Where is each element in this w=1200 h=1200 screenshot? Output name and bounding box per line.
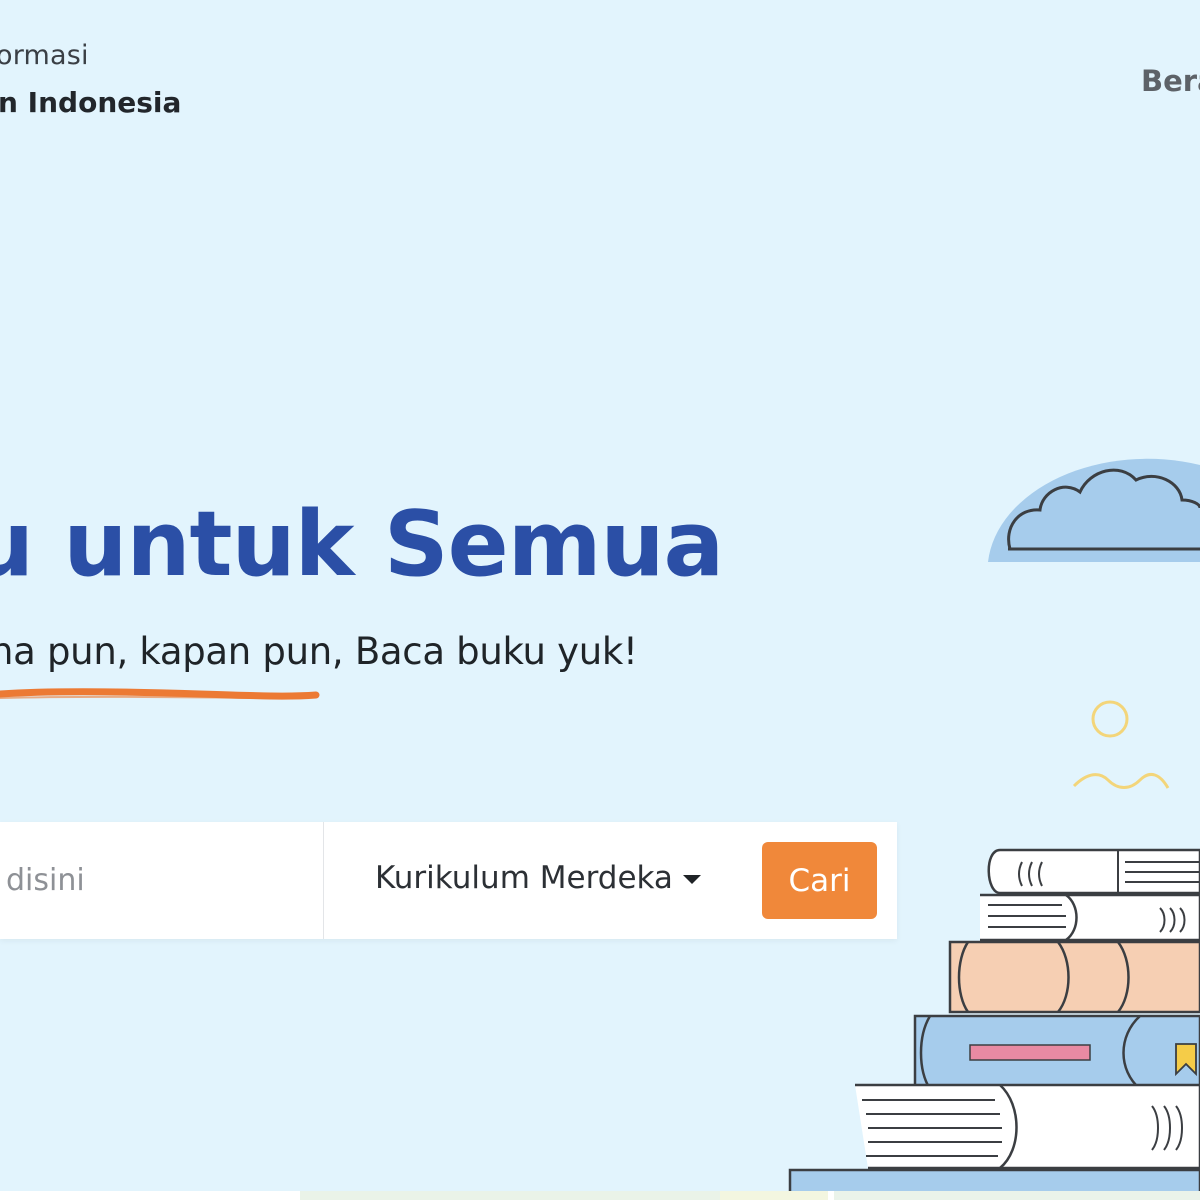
search-button[interactable]: Cari [762,842,877,919]
book-icon [987,848,1200,895]
brush-underline-decoration [0,688,320,700]
search-input[interactable] [0,822,324,939]
brand-name-line2[interactable]: n Indonesia [0,86,181,119]
books-stack-illustration [788,458,1200,1200]
brand-name-line1[interactable]: ormasi [0,40,89,71]
book-icon [980,893,1200,942]
hero-subtitle: na pun, kapan pun, Baca buku yuk! [0,630,638,673]
bird-icon [1072,772,1170,789]
curriculum-dropdown-label: Kurikulum Merdeka [375,860,673,896]
book-icon [855,1083,1200,1170]
next-section-edge [0,1191,1200,1200]
hero-title: u untuk Semua [0,492,724,597]
book-icon [948,940,1200,1014]
cloud-icon [988,458,1200,562]
curriculum-dropdown[interactable]: Kurikulum Merdeka [375,860,701,896]
caret-down-icon [682,874,701,884]
search-bar: Kurikulum Merdeka Cari [0,822,897,939]
sun-icon [1091,700,1129,738]
nav-link-beranda[interactable]: Bera [1141,64,1200,98]
page: ormasi n Indonesia Bera u untuk Semua na… [0,0,1200,1200]
book-icon [913,1014,1200,1091]
